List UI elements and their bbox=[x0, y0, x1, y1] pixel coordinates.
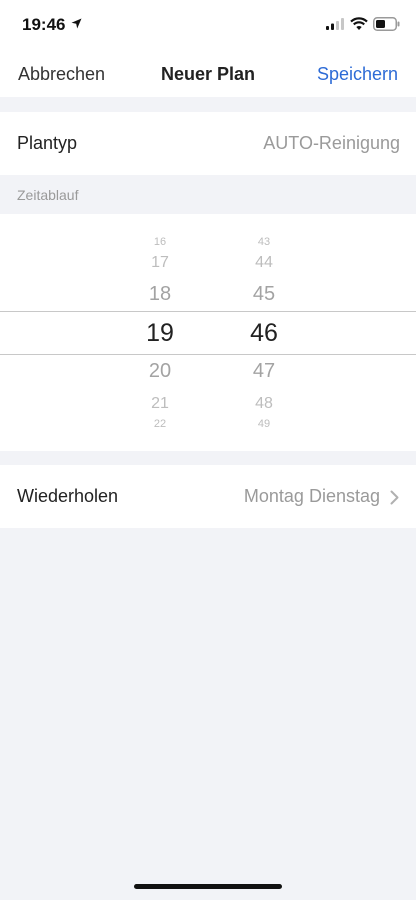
picker-selection-bottom-line bbox=[0, 354, 416, 355]
schedule-section-title: Zeitablauf bbox=[17, 187, 79, 203]
selected-hour[interactable]: 19 bbox=[110, 319, 210, 348]
status-bar: 19:46 bbox=[0, 0, 416, 50]
plan-type-value: AUTO-Reinigung bbox=[263, 133, 400, 153]
chevron-right-icon bbox=[390, 490, 399, 505]
plan-type-row[interactable]: Plantyp AUTO-Reinigung bbox=[0, 112, 416, 175]
picker-selection-top-line bbox=[0, 311, 416, 312]
hour-option[interactable]: 21 bbox=[110, 395, 210, 413]
hour-option[interactable]: 20 bbox=[110, 360, 210, 383]
header-area: 19:46 Neuer Plan Abbrechen Speichern bbox=[0, 0, 416, 97]
status-time: 19:46 bbox=[22, 15, 66, 34]
hour-option[interactable]: 18 bbox=[110, 283, 210, 306]
cancel-button[interactable]: Abbrechen bbox=[18, 64, 105, 85]
minute-option[interactable]: 43 bbox=[214, 236, 314, 248]
plan-type-label: Plantyp bbox=[17, 133, 78, 153]
minute-option[interactable]: 45 bbox=[214, 283, 314, 306]
location-arrow-icon bbox=[71, 18, 82, 29]
time-picker[interactable]: 16 17 18 19 20 21 22 43 44 45 46 47 48 4… bbox=[0, 214, 416, 451]
hour-option[interactable]: 17 bbox=[110, 254, 210, 272]
home-indicator bbox=[134, 884, 282, 889]
cellular-signal-icon bbox=[326, 18, 344, 30]
hour-option[interactable]: 16 bbox=[110, 236, 210, 248]
minute-option[interactable]: 49 bbox=[214, 418, 314, 430]
battery-icon bbox=[373, 17, 400, 31]
repeat-row[interactable]: Wiederholen Montag Dienstag bbox=[0, 465, 416, 528]
minute-option[interactable]: 47 bbox=[214, 360, 314, 383]
minute-option[interactable]: 48 bbox=[214, 395, 314, 413]
hour-option[interactable]: 22 bbox=[110, 418, 210, 430]
save-button[interactable]: Speichern bbox=[317, 64, 398, 85]
minute-option[interactable]: 44 bbox=[214, 254, 314, 272]
navigation-bar: Neuer Plan Abbrechen Speichern bbox=[0, 52, 416, 96]
repeat-value: Montag Dienstag bbox=[243, 486, 380, 506]
repeat-label: Wiederholen bbox=[17, 486, 119, 506]
selected-minute[interactable]: 46 bbox=[214, 319, 314, 348]
wifi-icon bbox=[350, 17, 368, 30]
